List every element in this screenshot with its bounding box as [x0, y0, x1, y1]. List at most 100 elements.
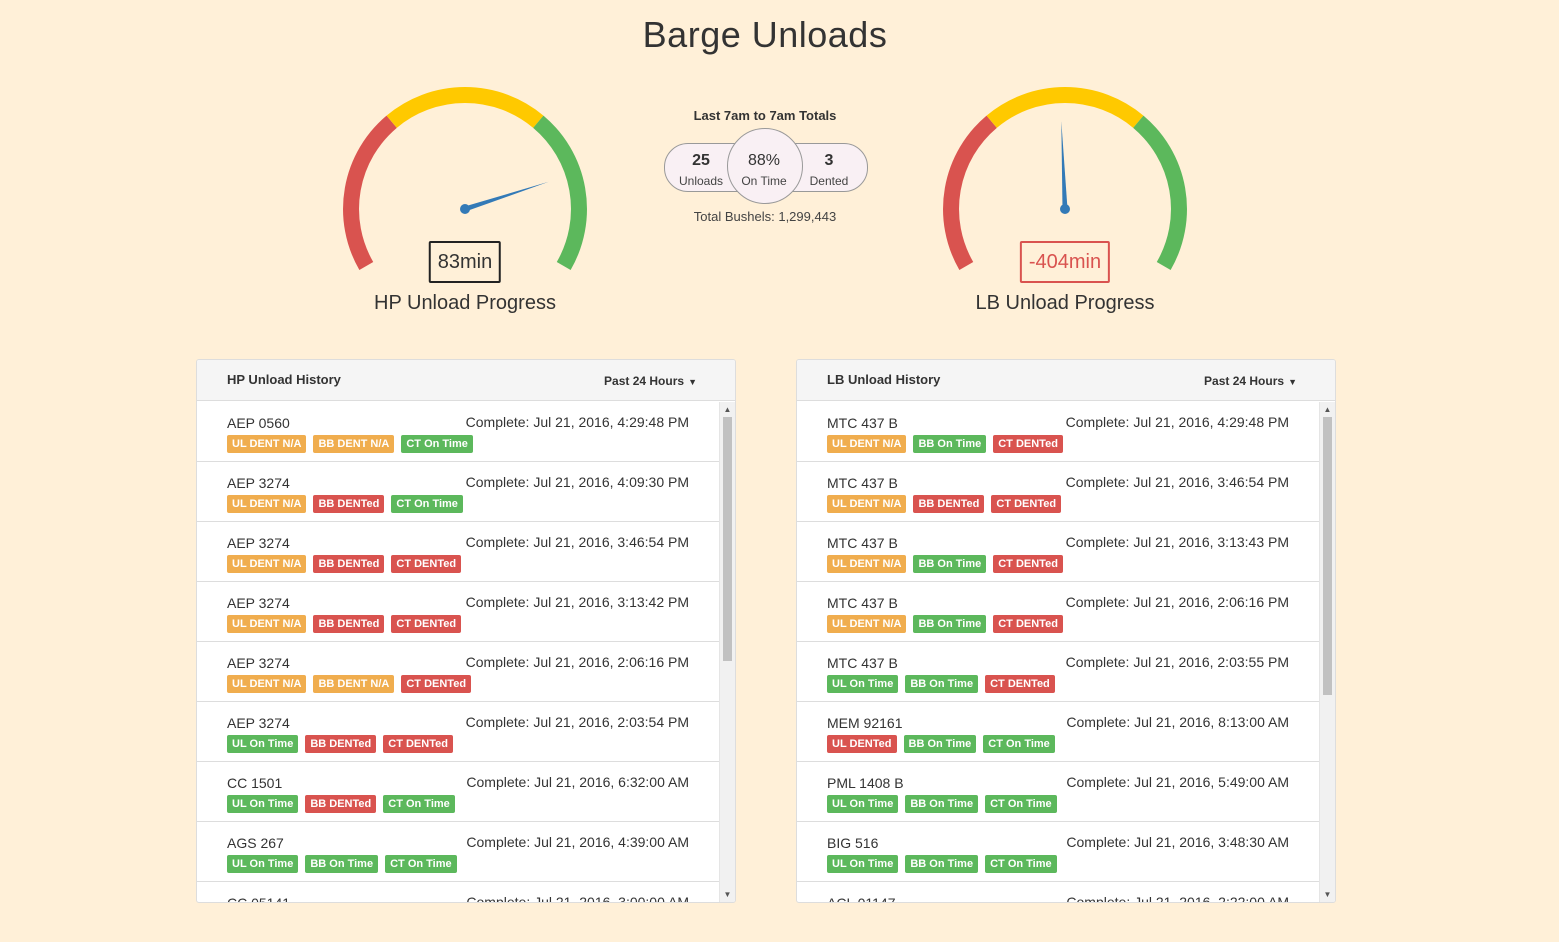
complete-time: Complete: Jul 21, 2016, 2:03:54 PM — [465, 714, 689, 730]
hp-gauge-green-arc — [533, 115, 587, 270]
ontime-stat: 88% On Time — [732, 152, 796, 188]
history-row[interactable]: CC 1501 Complete: Jul 21, 2016, 6:32:00 A… — [197, 762, 719, 822]
status-badges: UL DENT N/A BB DENTed CT On Time — [227, 494, 470, 513]
history-row[interactable]: AEP 3274 Complete: Jul 21, 2016, 4:09:30 … — [197, 462, 719, 522]
history-row[interactable]: PML 1408 B Complete: Jul 21, 2016, 5:49:0… — [797, 762, 1319, 822]
status-badges: UL DENTed BB On Time CT On Time — [827, 734, 1062, 753]
complete-time: Complete: Jul 21, 2016, 3:13:42 PM — [465, 594, 689, 610]
barge-name: MTC 437 B — [827, 475, 898, 491]
history-row[interactable]: BIG 516 Complete: Jul 21, 2016, 3:48:30 A… — [797, 822, 1319, 882]
complete-time: Complete: Jul 21, 2016, 2:22:00 AM — [1066, 894, 1289, 902]
hp-range-dropdown[interactable]: Past 24 Hours ▼ — [604, 374, 697, 388]
scroll-down-icon[interactable]: ▼ — [720, 890, 735, 899]
status-badges: UL On Time BB On Time CT On Time — [827, 854, 1064, 873]
history-row[interactable]: MTC 437 B Complete: Jul 21, 2016, 3:13:43… — [797, 522, 1319, 582]
totals-panel: Last 7am to 7am Totals 25 Unloads 88% On… — [662, 108, 868, 224]
status-badge: BB DENTed — [305, 735, 377, 753]
status-badges: UL DENT N/A BB On Time CT DENTed — [827, 614, 1070, 633]
lb-scroll-thumb[interactable] — [1323, 417, 1332, 695]
scroll-down-icon[interactable]: ▼ — [1320, 890, 1335, 899]
complete-time: Complete: Jul 21, 2016, 4:29:48 PM — [1065, 414, 1289, 430]
hp-gauge-value: 83min — [428, 241, 502, 283]
status-badge: BB On Time — [903, 735, 977, 753]
status-badge: CT DENTed — [993, 555, 1063, 573]
status-badges: UL On Time BB DENTed CT On Time — [227, 794, 462, 813]
lb-history-header: LB Unload History Past 24 Hours ▼ — [797, 360, 1335, 401]
history-row[interactable]: MTC 437 B Complete: Jul 21, 2016, 2:06:16… — [797, 582, 1319, 642]
history-row[interactable]: AGS 267 Complete: Jul 21, 2016, 4:39:00 A… — [197, 822, 719, 882]
history-row[interactable]: MTC 437 B Complete: Jul 21, 2016, 4:29:48… — [797, 402, 1319, 462]
lb-range-dropdown[interactable]: Past 24 Hours ▼ — [1204, 374, 1297, 388]
complete-time: Complete: Jul 21, 2016, 3:00:00 AM — [466, 894, 689, 902]
history-row[interactable]: AEP 3274 Complete: Jul 21, 2016, 2:03:54 … — [197, 702, 719, 762]
barge-name: AEP 3274 — [227, 535, 290, 551]
complete-time: Complete: Jul 21, 2016, 4:39:00 AM — [466, 834, 689, 850]
status-badges: UL DENT N/A BB DENTed CT DENTed — [227, 614, 468, 633]
lb-range-label: Past 24 Hours — [1204, 374, 1285, 388]
complete-time: Complete: Jul 21, 2016, 3:13:43 PM — [1065, 534, 1289, 550]
status-badge: BB On Time — [913, 555, 987, 573]
status-badge: UL On Time — [227, 855, 299, 873]
scroll-up-icon[interactable]: ▲ — [720, 405, 735, 414]
status-badge: BB On Time — [905, 675, 979, 693]
status-badge: CT On Time — [385, 855, 457, 873]
status-badge: BB DENTed — [313, 555, 385, 573]
status-badge: UL DENT N/A — [227, 495, 307, 513]
status-badge: UL DENT N/A — [227, 435, 307, 453]
status-badge: UL DENTed — [827, 735, 897, 753]
barge-name: AEP 3274 — [227, 655, 290, 671]
status-badge: UL DENT N/A — [227, 675, 307, 693]
barge-name: AEP 3274 — [227, 595, 290, 611]
status-badge: BB On Time — [305, 855, 379, 873]
barge-name: AEP 3274 — [227, 715, 290, 731]
lb-scrollbar[interactable]: ▲ ▼ — [1319, 402, 1335, 902]
status-badge: CT On Time — [401, 435, 473, 453]
barge-name: MTC 437 B — [827, 535, 898, 551]
complete-time: Complete: Jul 21, 2016, 4:09:30 PM — [465, 474, 689, 490]
status-badge: UL On Time — [827, 675, 899, 693]
hp-scrollbar[interactable]: ▲ ▼ — [719, 402, 735, 902]
totals-title: Last 7am to 7am Totals — [693, 108, 837, 123]
complete-time: Complete: Jul 21, 2016, 2:06:16 PM — [1065, 594, 1289, 610]
hp-gauge-red-arc — [343, 115, 397, 270]
history-row[interactable]: CC 05141 Complete: Jul 21, 2016, 3:00:00 … — [197, 882, 719, 902]
history-row[interactable]: AEP 0560 Complete: Jul 21, 2016, 4:29:48 … — [197, 402, 719, 462]
status-badge: BB On Time — [905, 855, 979, 873]
barge-name: AEP 0560 — [227, 415, 290, 431]
ontime-percent: 88% — [747, 152, 781, 169]
barge-name: CC 1501 — [227, 775, 283, 791]
status-badge: BB DENTed — [313, 615, 385, 633]
status-badge: BB On Time — [913, 615, 987, 633]
history-row[interactable]: AEP 3274 Complete: Jul 21, 2016, 2:06:16 … — [197, 642, 719, 702]
barge-name: BIG 516 — [827, 835, 879, 851]
scroll-up-icon[interactable]: ▲ — [1320, 405, 1335, 414]
barge-name: PML 1408 B — [827, 775, 904, 791]
caret-down-icon: ▼ — [688, 377, 697, 387]
complete-time: Complete: Jul 21, 2016, 3:46:54 PM — [1065, 474, 1289, 490]
hp-scroll-thumb[interactable] — [723, 417, 732, 661]
unloads-count: 25 — [692, 152, 710, 169]
barge-name: MEM 92161 — [827, 715, 903, 731]
status-badge: CT DENTed — [991, 495, 1062, 513]
lb-gauge-label: LB Unload Progress — [975, 292, 1155, 314]
status-badge: BB On Time — [905, 795, 979, 813]
hp-gauge-label: HP Unload Progress — [374, 292, 556, 314]
status-badge: UL On Time — [827, 795, 899, 813]
history-row[interactable]: AEP 3274 Complete: Jul 21, 2016, 3:13:42 … — [197, 582, 719, 642]
lb-gauge-red-arc — [943, 115, 997, 270]
status-badge: BB DENT N/A — [313, 675, 395, 693]
history-row[interactable]: AEP 3274 Complete: Jul 21, 2016, 3:46:54 … — [197, 522, 719, 582]
lb-history-list[interactable]: MTC 437 B Complete: Jul 21, 2016, 4:29:48… — [797, 402, 1319, 902]
history-row[interactable]: MTC 437 B Complete: Jul 21, 2016, 3:46:54… — [797, 462, 1319, 522]
status-badges: UL On Time BB On Time CT On Time — [227, 854, 464, 873]
history-row[interactable]: MTC 437 B Complete: Jul 21, 2016, 2:03:55… — [797, 642, 1319, 702]
hp-range-label: Past 24 Hours — [604, 374, 685, 388]
status-badge: UL On Time — [827, 855, 899, 873]
status-badge: BB DENTed — [913, 495, 985, 513]
status-badges: UL On Time BB On Time CT DENTed — [827, 674, 1062, 693]
status-badge: CT On Time — [985, 855, 1057, 873]
lb-gauge-hub — [1060, 204, 1070, 214]
history-row[interactable]: MEM 92161 Complete: Jul 21, 2016, 8:13:00… — [797, 702, 1319, 762]
history-row[interactable]: ACL 01147 Complete: Jul 21, 2016, 2:22:00… — [797, 882, 1319, 902]
hp-history-list[interactable]: AEP 0560 Complete: Jul 21, 2016, 4:29:48 … — [197, 402, 719, 902]
